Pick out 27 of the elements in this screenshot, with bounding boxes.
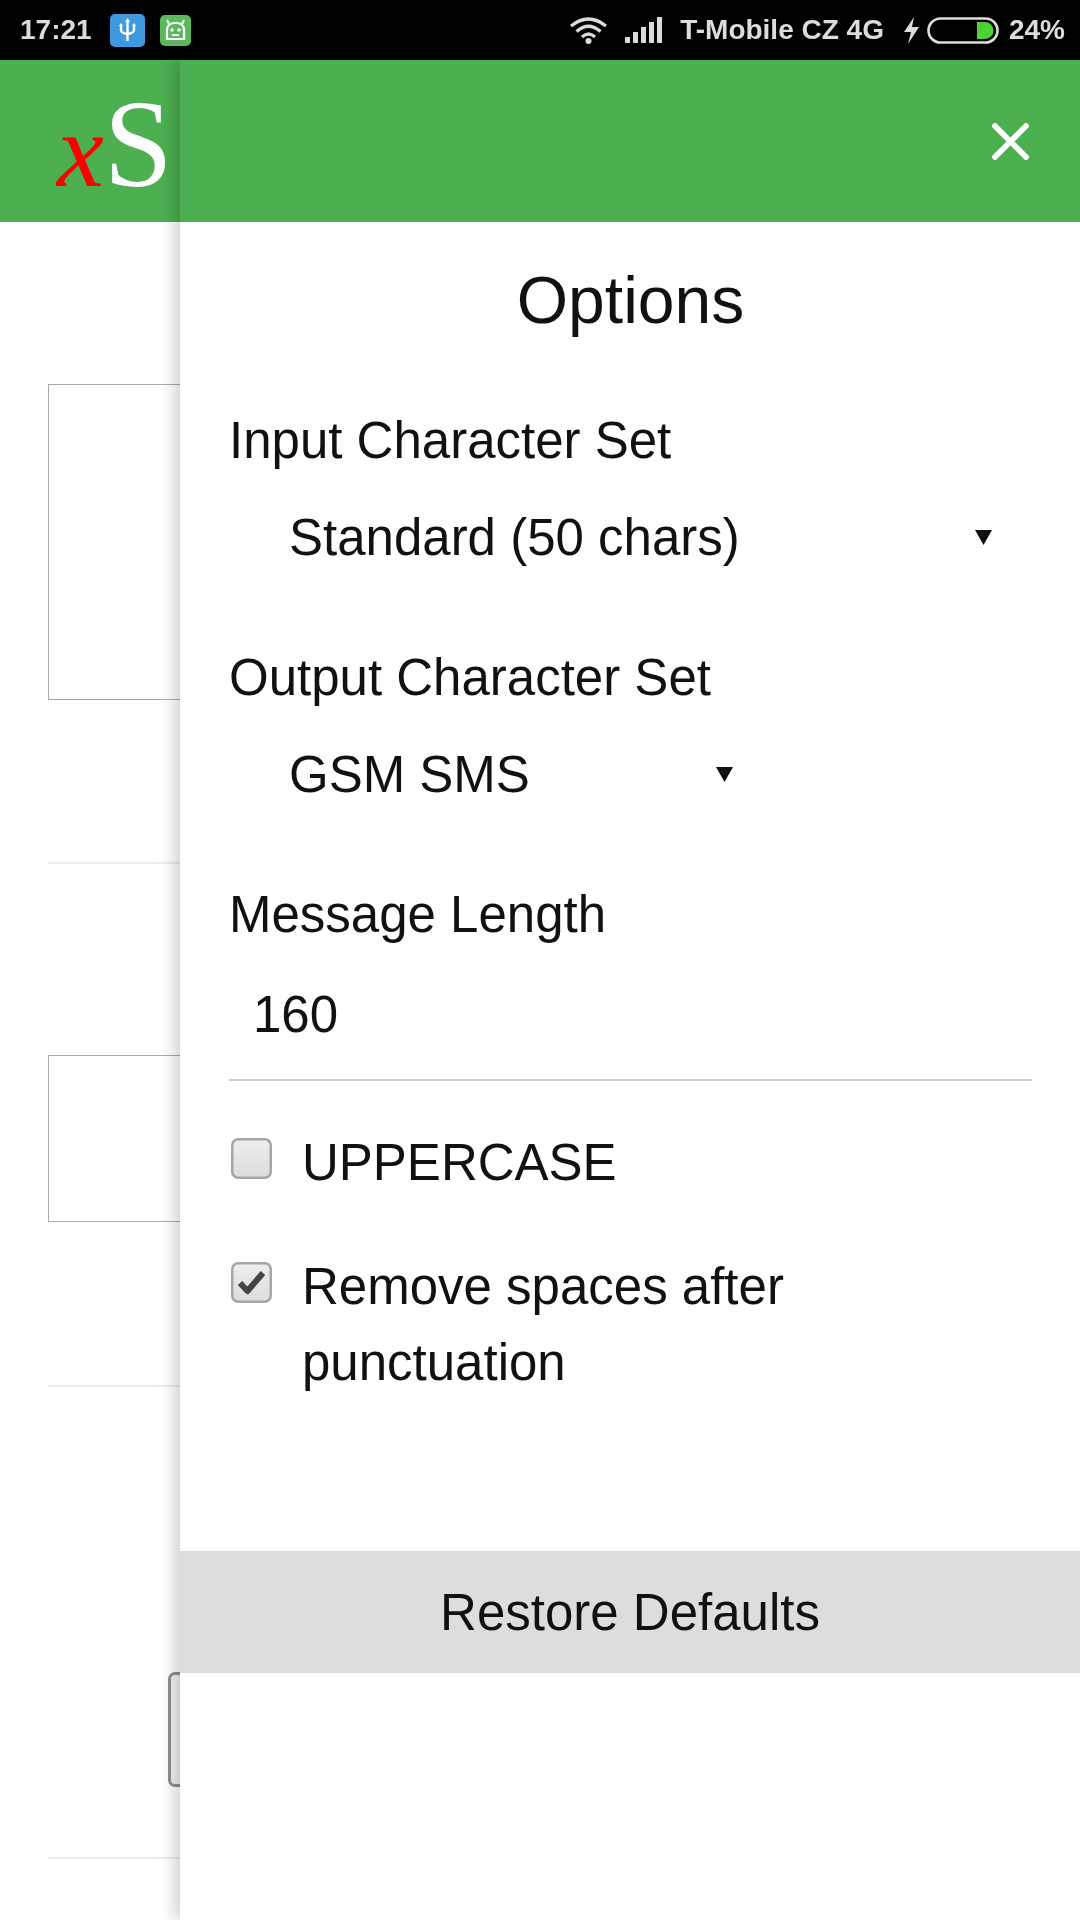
battery-percent: 24% bbox=[1008, 14, 1065, 46]
field-label: Output Character Set bbox=[229, 648, 712, 708]
checkbox[interactable] bbox=[231, 1138, 272, 1179]
caret-icon bbox=[975, 529, 992, 545]
field-label: Message Length bbox=[229, 885, 608, 945]
restore-defaults-button[interactable]: Restore Defaults bbox=[180, 1551, 1080, 1673]
caret-icon bbox=[716, 766, 733, 782]
app-logo: xS bbox=[57, 83, 173, 207]
field-label: Input Character Set bbox=[229, 411, 673, 471]
carrier-name: T-Mobile CZ 4G bbox=[680, 14, 884, 46]
usb-icon bbox=[109, 13, 145, 47]
covered-button[interactable] bbox=[168, 1672, 180, 1787]
checkbox[interactable] bbox=[231, 1262, 272, 1303]
close-icon bbox=[992, 122, 1029, 160]
wifi-icon bbox=[569, 16, 609, 44]
checkbox-label: UPPERCASE bbox=[302, 1133, 618, 1193]
robot-icon bbox=[159, 14, 191, 46]
bolt-icon bbox=[902, 16, 920, 44]
dropdown[interactable]: GSM SMS bbox=[229, 734, 741, 814]
input-field[interactable]: 160 bbox=[229, 949, 1032, 1081]
dropdown[interactable]: Standard (50 chars) bbox=[229, 497, 1000, 577]
checkbox-label: Remove spaces after punctuation bbox=[302, 1257, 785, 1393]
drawer-title: Options bbox=[515, 262, 746, 339]
status-time: 17:21 bbox=[20, 14, 92, 46]
close-button[interactable] bbox=[992, 122, 1029, 160]
signal-icon bbox=[625, 17, 663, 43]
battery-icon bbox=[926, 16, 999, 44]
